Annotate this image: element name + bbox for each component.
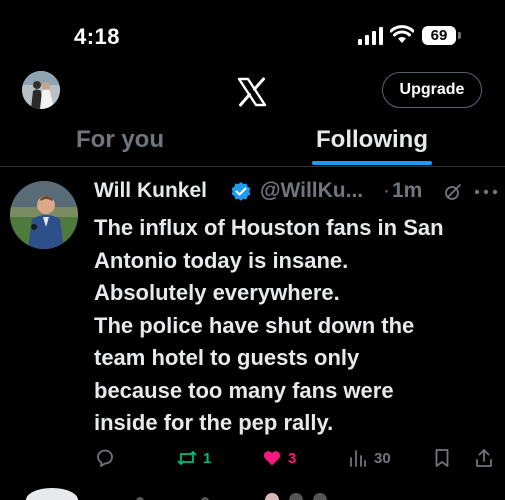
share-button[interactable] [474,444,494,472]
tab-for-you[interactable]: For you [76,126,164,154]
tweet-timestamp[interactable]: 1m [392,179,422,203]
bookmark-icon [435,449,449,467]
tweet-text-line: Absolutely everywhere. [94,280,340,305]
separator-dot: · [383,179,390,202]
bookmark-button[interactable] [432,444,452,472]
status-time: 4:18 [74,24,121,49]
author-name[interactable]: Will Kunkel [94,179,207,203]
tweet-actions: 1 3 30 [0,444,505,472]
tweet-header: Will Kunkel @WillKu... · 1m [94,179,498,209]
grok-icon[interactable] [444,183,462,201]
reply-icon [97,449,113,467]
upgrade-button[interactable]: Upgrade [382,72,482,108]
tweet-text-line: team hotel to guests only [94,345,360,370]
tweet-text-line: because too many fans were [94,377,394,403]
tweet-text-line: Antonio today is insane. [94,247,349,273]
share-icon [476,449,492,467]
like-button[interactable]: 3 [262,444,296,472]
wifi-icon [390,25,414,43]
views-count: 30 [374,449,391,467]
repost-icon [177,451,197,465]
author-handle[interactable]: @WillKu... [260,179,363,203]
views-icon [350,450,366,467]
tabs-divider [0,166,505,167]
tweet-text-line: inside for the pep rally. [94,410,334,435]
profile-avatar[interactable] [22,71,60,109]
like-count: 3 [288,449,297,467]
more-options-icon[interactable] [474,189,498,195]
battery-tip [458,32,461,39]
views-button[interactable]: 30 [348,444,391,472]
tweet-author-avatar[interactable] [10,181,78,249]
tweet-text-line: The influx of Houston fans in San [94,215,444,240]
tab-following[interactable]: Following [316,126,428,154]
verified-badge-icon [231,182,251,201]
repost-count: 1 [203,449,212,467]
battery-indicator: 69 [422,26,456,45]
cellular-signal-icon [358,27,383,45]
x-logo-icon[interactable] [236,76,268,108]
profile-photo-icon [22,71,60,109]
next-post-peek [26,488,327,500]
status-bar: 4:18 69 [0,0,505,60]
tweet-body: The influx of Houston fans in San Antoni… [94,212,494,440]
repost-button[interactable]: 1 [177,444,211,472]
heart-icon [263,451,281,466]
author-photo-icon [10,181,78,249]
reply-button[interactable] [95,444,115,472]
tweet-text-line: The police have shut down the [94,312,415,338]
active-tab-indicator [312,161,432,165]
